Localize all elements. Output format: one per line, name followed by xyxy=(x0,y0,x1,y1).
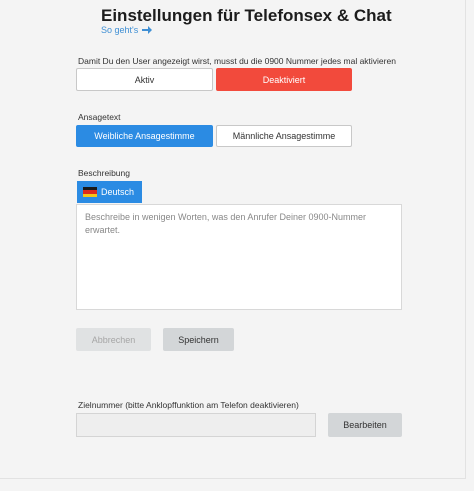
settings-panel: Einstellungen für Telefonsex & Chat So g… xyxy=(0,0,466,479)
cancel-button[interactable]: Abbrechen xyxy=(76,328,151,351)
active-button[interactable]: Aktiv xyxy=(76,68,213,91)
inactive-button[interactable]: Deaktiviert xyxy=(216,68,352,91)
description-textarea[interactable]: Beschreibe in wenigen Worten, was den An… xyxy=(76,204,402,310)
target-number-label: Zielnummer (bitte Anklopffunktion am Tel… xyxy=(78,400,299,410)
edit-button[interactable]: Bearbeiten xyxy=(328,413,402,437)
save-button[interactable]: Speichern xyxy=(163,328,234,351)
announcement-label: Ansagetext xyxy=(78,112,121,122)
language-tab-german[interactable]: Deutsch xyxy=(77,181,142,203)
language-tab-label: Deutsch xyxy=(101,187,135,197)
howto-link[interactable]: So geht's xyxy=(101,25,153,35)
arrow-right-icon xyxy=(142,26,153,34)
male-voice-button[interactable]: Männliche Ansagestimme xyxy=(216,125,352,147)
howto-label: So geht's xyxy=(101,25,139,35)
page-title: Einstellungen für Telefonsex & Chat xyxy=(101,6,392,25)
activation-instruction: Damit Du den User angezeigt wirst, musst… xyxy=(78,56,396,66)
target-number-input[interactable] xyxy=(76,413,316,437)
description-placeholder: Beschreibe in wenigen Worten, was den An… xyxy=(85,212,366,235)
female-voice-button[interactable]: Weibliche Ansagestimme xyxy=(76,125,213,147)
german-flag-icon xyxy=(83,187,97,197)
description-label: Beschreibung xyxy=(78,168,130,178)
